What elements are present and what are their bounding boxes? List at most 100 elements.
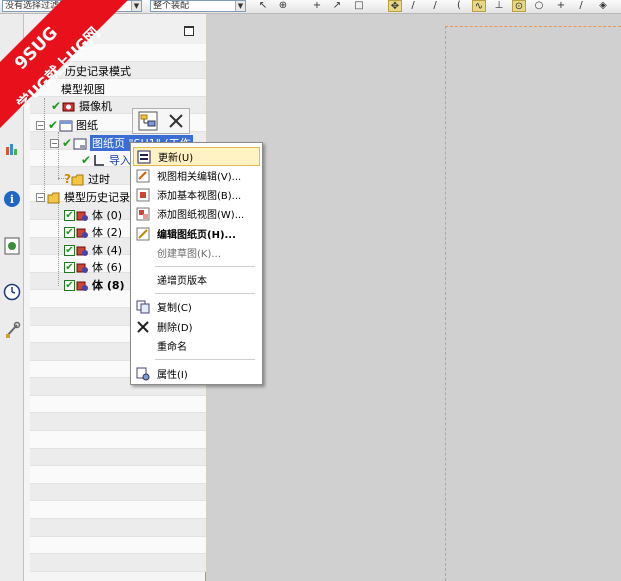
assembly-scope-combo[interactable]: 整个装配 ▼ bbox=[150, 0, 246, 12]
chevron-down-icon: ▼ bbox=[131, 1, 141, 11]
checkbox-icon[interactable]: ✔ bbox=[64, 209, 75, 221]
body-icon bbox=[76, 263, 88, 273]
graphics-window[interactable] bbox=[208, 14, 621, 581]
context-menu: 更新(U) 视图相关编辑(V)... 添加基本视图(B)... 添加图纸视图(W… bbox=[130, 142, 263, 385]
circle-icon[interactable]: ○ bbox=[532, 0, 546, 12]
drawing-view-icon bbox=[136, 207, 150, 220]
tree-item-body-0[interactable]: ✔ 体 (0) bbox=[64, 206, 122, 224]
body-icon bbox=[76, 228, 88, 238]
sheet-icon bbox=[73, 138, 87, 149]
arc-icon[interactable]: ( bbox=[452, 0, 466, 12]
checkmark-icon: ✔ bbox=[50, 99, 62, 113]
tree-item-body-4[interactable]: ✔ 体 (4) bbox=[64, 241, 122, 259]
menu-separator bbox=[155, 293, 255, 294]
mini-toolbar bbox=[132, 108, 190, 134]
menu-item-increment-sheet-revision[interactable]: 递增页版本 bbox=[133, 270, 260, 289]
tools-icon bbox=[6, 321, 21, 338]
web-browser-tab[interactable] bbox=[2, 236, 22, 256]
chevron-down-icon: ▼ bbox=[235, 1, 245, 11]
checkbox-icon[interactable]: ✔ bbox=[64, 261, 75, 273]
drawing-icon bbox=[59, 120, 73, 131]
clock-icon bbox=[3, 283, 21, 301]
intersection-icon[interactable]: + bbox=[554, 0, 568, 12]
delete-icon bbox=[137, 320, 149, 333]
snap-point-icon[interactable]: ⊕ bbox=[276, 0, 290, 12]
view-cube-icon[interactable]: ◈ bbox=[596, 0, 610, 12]
navigator-header bbox=[24, 14, 206, 44]
view-edit-icon bbox=[136, 169, 150, 182]
tree-item-model-history[interactable]: − 模型历史记录 bbox=[36, 188, 130, 206]
menu-separator bbox=[155, 266, 255, 267]
menu-item-copy[interactable]: 复制(C) bbox=[133, 297, 260, 316]
body-icon bbox=[76, 211, 88, 221]
update-icon bbox=[137, 150, 151, 163]
chart-icon bbox=[6, 144, 17, 155]
collapse-icon[interactable]: − bbox=[50, 138, 59, 148]
selection-filter-combo[interactable]: 没有选择过滤器 ▼ bbox=[2, 0, 142, 12]
copy-icon bbox=[136, 300, 150, 313]
roles-tab[interactable] bbox=[2, 139, 22, 159]
tree-connector bbox=[44, 98, 45, 200]
menu-item-rename[interactable]: 重命名 bbox=[133, 336, 260, 355]
curve-icon[interactable]: ∿ bbox=[472, 0, 486, 12]
checkbox-icon[interactable]: ✔ bbox=[64, 244, 75, 256]
tree-view-icon[interactable] bbox=[137, 111, 159, 131]
tree-item-history-mode[interactable]: 历史记录模式 bbox=[62, 62, 131, 80]
checkbox-icon[interactable]: ✔ bbox=[64, 226, 75, 238]
body-icon bbox=[76, 281, 88, 291]
view-icon bbox=[94, 154, 104, 166]
collapse-icon[interactable]: − bbox=[36, 192, 45, 202]
folder-open-icon bbox=[47, 192, 60, 203]
info-tab[interactable]: i bbox=[2, 189, 22, 209]
question-mark-icon: ? bbox=[64, 172, 71, 186]
history-tab[interactable] bbox=[2, 282, 22, 302]
checkmark-icon: ✔ bbox=[80, 153, 92, 167]
navigator-icon bbox=[5, 57, 19, 71]
tree-item-out-of-date[interactable]: ? 过时 bbox=[64, 170, 110, 188]
menu-item-add-base-view[interactable]: 添加基本视图(B)... bbox=[133, 185, 260, 204]
tree-item-body-6[interactable]: ✔ 体 (6) bbox=[64, 258, 122, 276]
menu-separator bbox=[155, 359, 255, 360]
tree-item-body-2[interactable]: ✔ 体 (2) bbox=[64, 223, 122, 241]
maximize-icon[interactable] bbox=[184, 26, 194, 36]
tree-item-drawing[interactable]: − ✔ 图纸 bbox=[36, 116, 98, 134]
drawing-sheet-border bbox=[445, 26, 446, 581]
browser-globe-icon bbox=[4, 237, 20, 255]
select-arrow-icon[interactable]: ↖ bbox=[256, 0, 270, 12]
tree-item-cameras[interactable]: ✔ 摄像机 bbox=[50, 97, 112, 115]
menu-item-add-drawing-view[interactable]: 添加图纸视图(W)... bbox=[133, 204, 260, 223]
menu-item-delete[interactable]: 删除(D) bbox=[133, 317, 260, 336]
system-materials-tab[interactable] bbox=[2, 320, 22, 340]
menu-item-edit-sheet[interactable]: 编辑图纸页(H)... bbox=[133, 224, 260, 243]
diagonal-line-icon[interactable]: / bbox=[428, 0, 442, 12]
edit-sheet-icon bbox=[136, 227, 150, 240]
line-icon[interactable]: / bbox=[406, 0, 420, 12]
tree-item-model-views[interactable]: 模型视图 bbox=[58, 80, 105, 98]
edge-icon[interactable]: / bbox=[574, 0, 588, 12]
menu-item-update[interactable]: 更新(U) bbox=[133, 147, 260, 166]
resource-bar: i bbox=[0, 14, 24, 581]
tangent-icon[interactable]: ⊥ bbox=[492, 0, 506, 12]
svg-text:i: i bbox=[10, 193, 14, 206]
checkmark-icon: ✔ bbox=[47, 118, 59, 132]
checkbox-icon[interactable]: ✔ bbox=[64, 279, 75, 291]
rectangle-select-icon[interactable]: □ bbox=[352, 0, 366, 12]
crosshair-icon[interactable]: + bbox=[310, 0, 324, 12]
assembly-scope-value: 整个装配 bbox=[153, 1, 190, 11]
checkmark-icon: ✔ bbox=[61, 136, 73, 150]
center-point-icon[interactable]: ⊙ bbox=[512, 0, 526, 12]
menu-item-view-dependent-edit[interactable]: 视图相关编辑(V)... bbox=[133, 166, 260, 185]
drawing-sheet-border bbox=[445, 26, 621, 27]
pointer-icon[interactable]: ↗ bbox=[330, 0, 344, 12]
selection-filter-value: 没有选择过滤器 bbox=[5, 1, 69, 11]
tree-item-body-8[interactable]: ✔ 体 (8) bbox=[64, 276, 125, 294]
collapse-icon[interactable]: − bbox=[36, 120, 45, 130]
snap-endpoint-icon[interactable]: ✥ bbox=[388, 0, 402, 12]
tree-connector bbox=[58, 200, 59, 286]
folder-icon bbox=[71, 174, 84, 185]
menu-item-properties[interactable]: 属性(I) bbox=[133, 364, 260, 383]
close-icon[interactable] bbox=[167, 112, 185, 130]
menu-item-create-sketch[interactable]: 创建草图(K)... bbox=[133, 243, 260, 262]
info-icon: i bbox=[4, 191, 20, 207]
part-navigator-tab[interactable] bbox=[2, 54, 22, 74]
